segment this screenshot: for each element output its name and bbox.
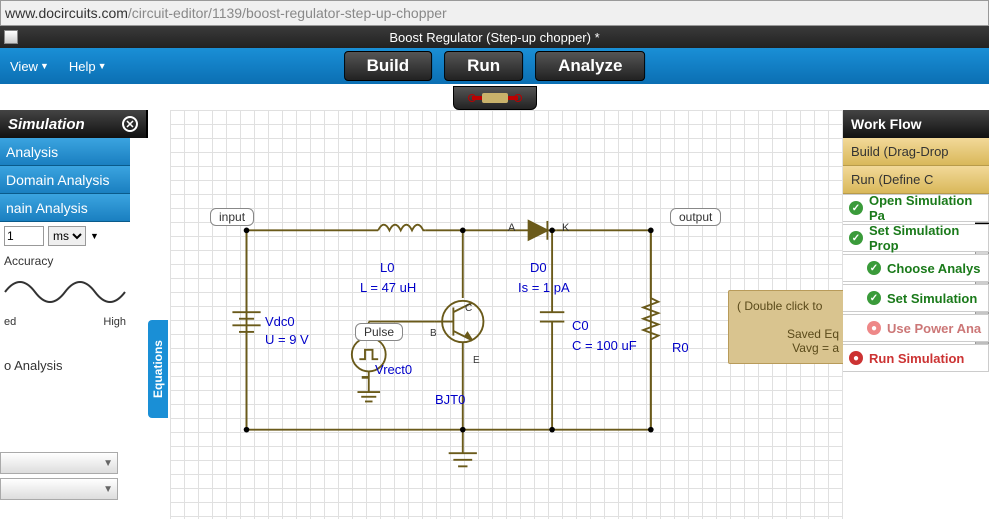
dropdown-icon[interactable]: ▼: [90, 231, 99, 241]
circuit-canvas[interactable]: + − input output Pulse Vdc0: [170, 110, 843, 519]
component-label[interactable]: D0: [530, 260, 547, 275]
workflow-step[interactable]: ✓ Open Simulation Pa: [843, 194, 989, 222]
resistor-icon[interactable]: [472, 93, 518, 103]
workflow-phase-build[interactable]: Build (Drag-Drop: [843, 138, 989, 166]
menu-help[interactable]: Help▼: [63, 55, 113, 78]
pin-label: B: [430, 328, 437, 339]
workflow-panel: Work Flow Build (Drag-Drop Run (Define C…: [843, 110, 989, 374]
menubar: View▼ Help▼ Build Run Analyze: [0, 48, 989, 84]
url-path: /circuit-editor/1139/boost-regulator-ste…: [128, 5, 447, 21]
analyze-button[interactable]: Analyze: [535, 51, 645, 81]
o-analysis-label: o Analysis: [4, 358, 126, 373]
component-value[interactable]: L = 47 uH: [360, 280, 416, 295]
pin-label: A: [508, 222, 515, 234]
net-label-output[interactable]: output: [670, 208, 721, 226]
workflow-step-label: Set Simulation Prop: [869, 223, 982, 253]
accuracy-wave-icon: [4, 272, 126, 312]
check-icon: ✓: [849, 201, 863, 215]
component-value[interactable]: U = 9 V: [265, 332, 309, 347]
url-bar[interactable]: www.docircuits.com/circuit-editor/1139/b…: [0, 0, 989, 26]
component-label[interactable]: Vrect0: [375, 362, 412, 377]
simulation-params: ms ▼ Accuracy ed High o Analysis: [0, 222, 130, 377]
caret-down-icon: ▼: [40, 61, 49, 71]
net-label-input[interactable]: input: [210, 208, 254, 226]
titlebar: Boost Regulator (Step-up chopper) *: [0, 26, 989, 48]
document-icon: [4, 30, 18, 44]
workflow-step[interactable]: ✓ Choose Analys: [843, 254, 989, 282]
pin-label: K: [562, 222, 569, 234]
component-toolbar[interactable]: [453, 86, 537, 110]
workflow-step-label: Run Simulation: [869, 351, 964, 366]
workflow-step-label: Use Power Ana: [887, 321, 981, 336]
dropdown[interactable]: ▼: [0, 452, 118, 474]
check-icon: ✓: [849, 231, 863, 245]
accuracy-label: Accuracy: [4, 254, 126, 268]
caret-down-icon: ▼: [98, 61, 107, 71]
workflow-phase-run[interactable]: Run (Define C: [843, 166, 989, 194]
dropdown[interactable]: ▼: [0, 478, 118, 500]
workflow-header: Work Flow: [843, 110, 989, 138]
workflow-step-label: Choose Analys: [887, 261, 980, 276]
accuracy-low: ed: [4, 316, 16, 328]
url-host: www.docircuits.com: [5, 5, 128, 21]
workflow-step[interactable]: ✓ Set Simulation Prop: [843, 224, 989, 252]
pin-label: E: [473, 355, 480, 366]
pin-label: C: [465, 303, 472, 314]
build-button[interactable]: Build: [344, 51, 433, 81]
analysis-item[interactable]: nain Analysis: [0, 194, 130, 222]
sticky-note[interactable]: ( Double click to Saved Eq Vavg = a: [728, 290, 843, 364]
component-label[interactable]: Vdc0: [265, 314, 295, 329]
svg-text:−: −: [362, 372, 369, 384]
dot-icon: ●: [849, 351, 863, 365]
check-icon: ✓: [867, 291, 881, 305]
close-icon[interactable]: ✕: [122, 116, 138, 132]
component-label[interactable]: C0: [572, 318, 589, 333]
workflow-step[interactable]: ● Use Power Ana: [843, 314, 989, 342]
dot-icon: ●: [867, 321, 881, 335]
component-value[interactable]: C = 100 uF: [572, 338, 637, 353]
workflow-step-label: Open Simulation Pa: [869, 193, 982, 223]
bottom-dropdowns: ▼ ▼: [0, 452, 118, 504]
component-label[interactable]: BJT0: [435, 392, 465, 407]
check-icon: ✓: [867, 261, 881, 275]
analysis-list: Analysis Domain Analysis nain Analysis: [0, 138, 130, 222]
menu-view[interactable]: View▼: [4, 55, 55, 78]
net-label-pulse[interactable]: Pulse: [355, 323, 403, 341]
duration-input[interactable]: [4, 226, 44, 246]
accuracy-high: High: [103, 316, 126, 328]
document-title: Boost Regulator (Step-up chopper) *: [389, 30, 599, 45]
equations-tab[interactable]: Equations: [148, 320, 168, 418]
component-label[interactable]: R0: [672, 340, 689, 355]
analysis-item[interactable]: Domain Analysis: [0, 166, 130, 194]
component-label[interactable]: L0: [380, 260, 394, 275]
circuit: + − input output Pulse Vdc0: [170, 110, 843, 519]
workflow-step[interactable]: ✓ Set Simulation: [843, 284, 989, 312]
workflow-step[interactable]: ● Run Simulation: [843, 344, 989, 372]
component-value[interactable]: Is = 1 pA: [518, 280, 570, 295]
workflow-step-label: Set Simulation: [887, 291, 977, 306]
simulation-panel-header: Simulation ✕: [0, 110, 148, 138]
analysis-item[interactable]: Analysis: [0, 138, 130, 166]
unit-select[interactable]: ms: [48, 226, 86, 246]
run-button[interactable]: Run: [444, 51, 523, 81]
